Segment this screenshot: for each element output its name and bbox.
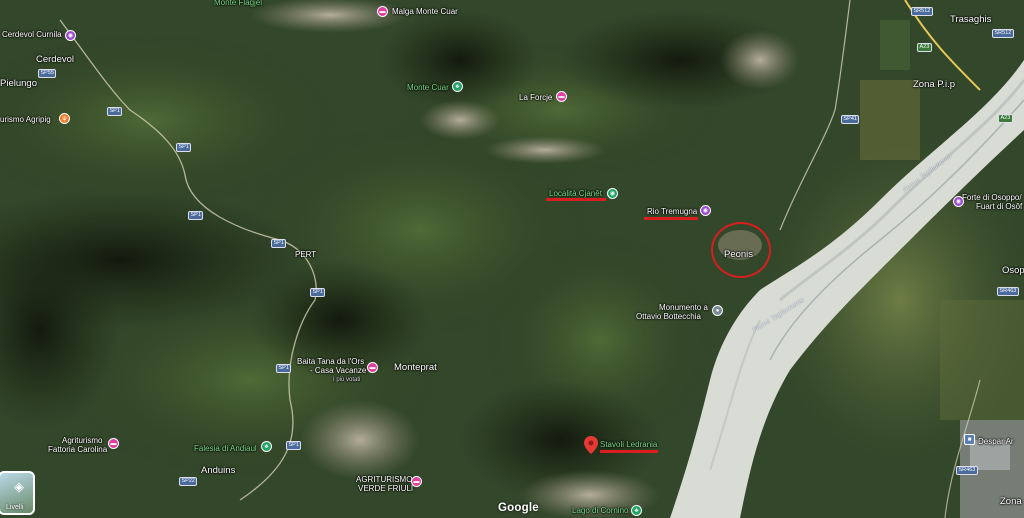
road-sr463-b: SR463 bbox=[956, 466, 978, 475]
place-forte-line2[interactable]: Fuart di Osôf bbox=[976, 202, 1022, 212]
place-pert[interactable]: PERT bbox=[295, 250, 316, 260]
despar-shop-icon[interactable]: ■ bbox=[964, 434, 975, 445]
place-baita-line3: I più votati bbox=[333, 377, 361, 383]
cerdevol-curnila-camera-icon[interactable]: ◉ bbox=[65, 30, 76, 41]
falesia-tree-icon[interactable]: ♣ bbox=[261, 441, 272, 452]
lago-di-cornino-tree-icon[interactable]: ♣ bbox=[631, 505, 642, 516]
place-localita-cianet[interactable]: Località Cjanêt bbox=[549, 189, 602, 199]
monumento-landmark-icon[interactable]: ● bbox=[712, 305, 723, 316]
place-monteprat[interactable]: Monteprat bbox=[394, 363, 437, 373]
annotation-underline-rio-tremugna bbox=[644, 217, 698, 220]
camera-icon: ◉ bbox=[609, 190, 616, 197]
place-rio-tremugna[interactable]: Rio Tremugna bbox=[647, 207, 697, 217]
road-sp22: SP22 bbox=[179, 477, 198, 486]
tree-icon: ♣ bbox=[634, 507, 639, 514]
forte-camera-icon[interactable]: ◉ bbox=[953, 196, 964, 207]
place-la-forcje[interactable]: La Forcje bbox=[519, 93, 552, 103]
place-monumento-line2[interactable]: Ottavio Bottecchia bbox=[636, 312, 701, 322]
monte-cuar-tree-icon[interactable]: ♣ bbox=[452, 81, 463, 92]
place-osoppo[interactable]: Osopp bbox=[1002, 266, 1024, 276]
landmark-icon: ● bbox=[715, 307, 720, 314]
layers-icon: ◈ bbox=[14, 479, 24, 494]
place-monte-flagjel[interactable]: Monte Flagjel bbox=[214, 0, 262, 8]
road-sp1-c: SP1 bbox=[188, 211, 204, 220]
place-cerdevol-curnila[interactable]: Cerdevol Curnila bbox=[2, 30, 62, 40]
hotel-icon: ▬ bbox=[558, 93, 565, 100]
road-sp1-d: SP1 bbox=[271, 239, 287, 248]
tree-icon: ♣ bbox=[455, 83, 460, 90]
place-peonis[interactable]: Peonis bbox=[724, 250, 753, 260]
place-malga-monte-cuar[interactable]: Malga Monte Cuar bbox=[392, 7, 458, 17]
place-trasaghis[interactable]: Trasaghis bbox=[950, 15, 991, 25]
road-sp1-f: SP1 bbox=[276, 364, 292, 373]
agriturismo-fattoria-hotel-icon[interactable]: ▬ bbox=[108, 438, 119, 449]
malga-monte-cuar-icon[interactable]: ▬ bbox=[377, 6, 388, 17]
place-agriturismo-verde-line2[interactable]: VERDE FRIULI bbox=[358, 484, 413, 494]
food-icon: ψ bbox=[62, 115, 67, 122]
hotel-icon: ▬ bbox=[110, 440, 117, 447]
layers-button[interactable]: ◈ Livelli bbox=[0, 471, 35, 515]
hotel-icon: ▬ bbox=[413, 478, 420, 485]
satellite-map[interactable] bbox=[0, 0, 1024, 518]
place-zona-pip[interactable]: Zona P.i.p bbox=[913, 80, 955, 90]
place-pielungo[interactable]: Pielungo bbox=[0, 79, 37, 89]
shop-icon: ■ bbox=[967, 436, 972, 443]
road-sp1-g: SP1 bbox=[286, 441, 302, 450]
road-a23: A23 bbox=[917, 43, 932, 52]
layers-label: Livelli bbox=[6, 504, 24, 511]
place-despar[interactable]: Despar Ar bbox=[978, 437, 1014, 447]
road-sr512-b: SR512 bbox=[992, 29, 1014, 38]
stavoli-ledrania-pin-icon[interactable] bbox=[584, 436, 598, 454]
road-a23-b: A23 bbox=[998, 114, 1013, 123]
rio-tremugna-camera-icon[interactable]: ◉ bbox=[700, 205, 711, 216]
hotel-icon: ▬ bbox=[379, 8, 386, 15]
place-falesia-di-andiaul[interactable]: Falesia di Andiaul bbox=[194, 444, 257, 454]
agriturismo-verde-hotel-icon[interactable]: ▬ bbox=[411, 476, 422, 487]
place-zona[interactable]: Zona bbox=[1000, 497, 1022, 507]
road-sp1-a: SP1 bbox=[107, 107, 123, 116]
camera-icon: ◉ bbox=[67, 32, 74, 39]
localita-cianet-camera-icon[interactable]: ◉ bbox=[607, 188, 618, 199]
camera-icon: ◉ bbox=[955, 198, 962, 205]
baita-hotel-icon[interactable]: ▬ bbox=[367, 362, 378, 373]
place-cerdevol[interactable]: Cerdevol bbox=[36, 55, 74, 65]
road-sp41: SP41 bbox=[841, 115, 860, 124]
tree-icon: ♣ bbox=[264, 443, 269, 450]
road-sp1-b: SP1 bbox=[176, 143, 192, 152]
hotel-icon: ▬ bbox=[369, 364, 376, 371]
road-sr512: SR512 bbox=[911, 7, 933, 16]
place-lago-di-cornino[interactable]: Lago di Cornino bbox=[572, 506, 628, 516]
road-sp1-e: SP1 bbox=[310, 288, 326, 297]
place-agriturismo-fattoria-line2[interactable]: Fattoria Carolina bbox=[48, 445, 107, 455]
road-sp55: SP55 bbox=[38, 69, 57, 78]
place-agriturismo-agripig[interactable]: urismo Agripig bbox=[0, 115, 51, 125]
place-stavoli-ledrania[interactable]: Stavoli Ledrania bbox=[600, 440, 657, 450]
road-sr463: SR463 bbox=[997, 287, 1019, 296]
annotation-underline-stavoli-ledrania bbox=[600, 450, 658, 453]
agriturismo-agripig-food-icon[interactable]: ψ bbox=[59, 113, 70, 124]
place-monte-cuar[interactable]: Monte Cuar bbox=[407, 83, 449, 93]
google-logo: Google bbox=[498, 502, 539, 514]
la-forcje-hotel-icon[interactable]: ▬ bbox=[556, 91, 567, 102]
camera-icon: ◉ bbox=[702, 207, 709, 214]
place-anduins[interactable]: Anduins bbox=[201, 466, 235, 476]
